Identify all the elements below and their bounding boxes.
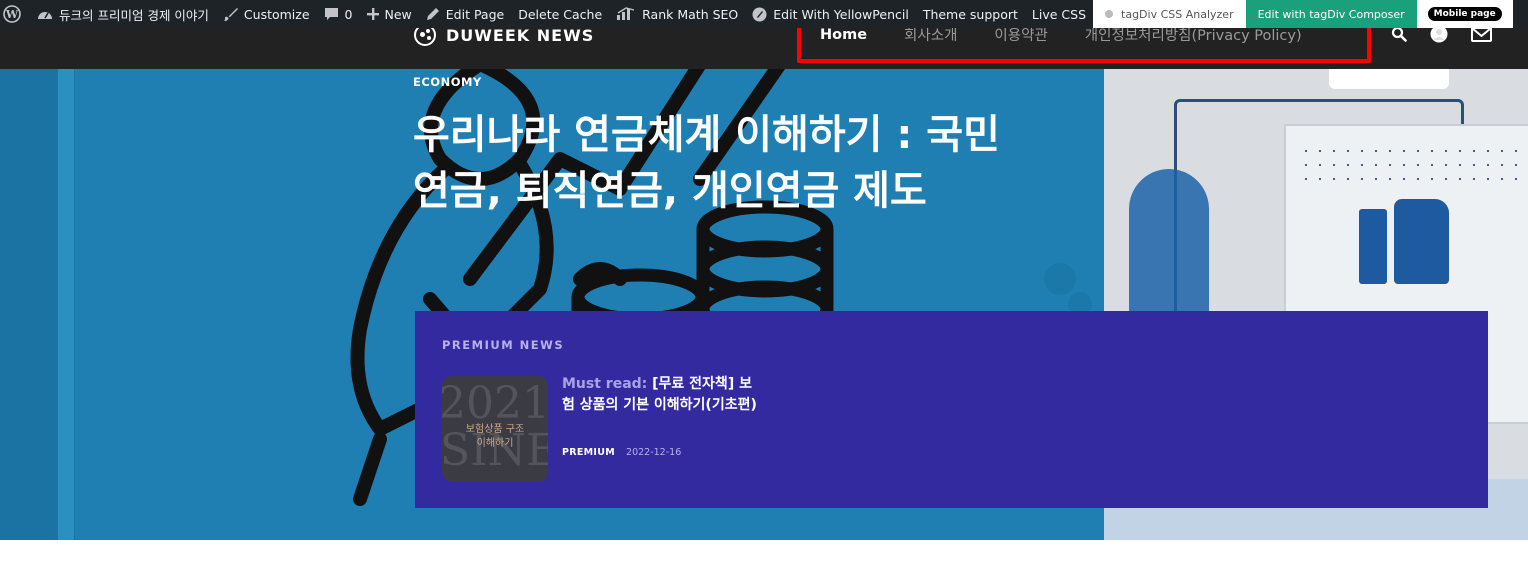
logo-text: DUWEEK NEWS: [446, 25, 595, 45]
ab-composer-button[interactable]: Edit with tagDiv Composer: [1245, 0, 1417, 28]
ab-customize[interactable]: Customize: [216, 0, 317, 28]
nav-home[interactable]: Home: [820, 27, 867, 43]
ab-live-css-label: Live CSS: [1031, 6, 1087, 22]
ab-customize-label: Customize: [243, 6, 310, 22]
ab-site-name[interactable]: 듀크의 프리미엄 경제 이야기: [30, 0, 216, 28]
analyzer-status-icon: [1105, 10, 1114, 18]
ab-delete-cache-label: Delete Cache: [518, 6, 603, 22]
premium-item-meta: PREMIUM 2022-12-16: [562, 447, 681, 458]
search-icon[interactable]: [1391, 26, 1407, 42]
yellowpencil-icon: [752, 7, 767, 21]
ab-live-css[interactable]: Live CSS: [1025, 0, 1093, 28]
thumb-caption-line2: 이해하기: [476, 438, 514, 449]
ab-comments-count: 0: [344, 6, 353, 22]
ab-rank-math-label: Rank Math SEO: [642, 6, 739, 22]
ab-new[interactable]: New: [360, 0, 419, 28]
ab-edit-page[interactable]: Edit Page: [419, 0, 511, 28]
wordpress-icon[interactable]: W: [0, 0, 30, 28]
dashboard-icon: [38, 12, 52, 19]
premium-item-date: 2022-12-16: [626, 447, 682, 458]
ab-css-analyzer[interactable]: tagDiv CSS Analyzer: [1093, 0, 1246, 28]
ab-composer-label: Edit with tagDiv Composer: [1257, 7, 1405, 21]
ab-delete-cache[interactable]: Delete Cache: [511, 0, 609, 28]
rank-math-icon: [617, 7, 635, 20]
wp-admin-bar: W 듀크의 프리미엄 경제 이야기 Customize 0 New Edit P…: [0, 0, 1528, 28]
comment-icon: [324, 7, 338, 20]
ab-theme-support[interactable]: Theme support: [916, 0, 1025, 28]
ab-comments[interactable]: 0: [317, 0, 360, 28]
mail-icon[interactable]: [1471, 26, 1492, 42]
ab-mobile-page[interactable]: Mobile page: [1416, 0, 1513, 28]
hero-title[interactable]: 우리나라 연금체계 이해하기 : 국민연금, 퇴직연금, 개인연금 제도: [413, 107, 1023, 219]
ab-new-label: New: [384, 6, 412, 22]
plus-icon: [366, 8, 379, 20]
premium-item-title[interactable]: Must read: [무료 전자책] 보험 상품의 기본 이해하기(기초편): [562, 374, 762, 416]
ab-rank-math[interactable]: Rank Math SEO: [609, 0, 745, 28]
premium-item-thumbnail[interactable]: 2021 SINE 보험상품 구조 이해하기: [442, 376, 548, 482]
ab-mobile-page-label: Mobile page: [1427, 7, 1502, 21]
ab-css-analyzer-label: tagDiv CSS Analyzer: [1121, 7, 1234, 21]
ab-yellowpencil-label: Edit With YellowPencil: [773, 6, 909, 22]
ab-edit-page-label: Edit Page: [445, 6, 505, 22]
ab-site-name-label: 듀크의 프리미엄 경제 이야기: [59, 7, 209, 23]
ab-yellowpencil[interactable]: Edit With YellowPencil: [745, 0, 916, 28]
premium-item-tag[interactable]: PREMIUM: [562, 447, 615, 458]
brush-icon: [223, 7, 238, 21]
must-read-prefix: Must read:: [562, 376, 648, 392]
hero-section: ECONOMY 우리나라 연금체계 이해하기 : 국민연금, 퇴직연금, 개인연…: [0, 69, 1528, 540]
pencil-icon: [426, 8, 439, 20]
hero-category[interactable]: ECONOMY: [413, 75, 482, 89]
ab-theme-support-label: Theme support: [922, 6, 1018, 22]
svg-text:W: W: [5, 8, 19, 21]
premium-news-label: PREMIUM NEWS: [442, 338, 565, 352]
premium-news-box: PREMIUM NEWS 2021 SINE 보험상품 구조 이해하기 Must…: [415, 311, 1488, 508]
thumb-caption-line1: 보험상품 구조: [465, 424, 525, 435]
